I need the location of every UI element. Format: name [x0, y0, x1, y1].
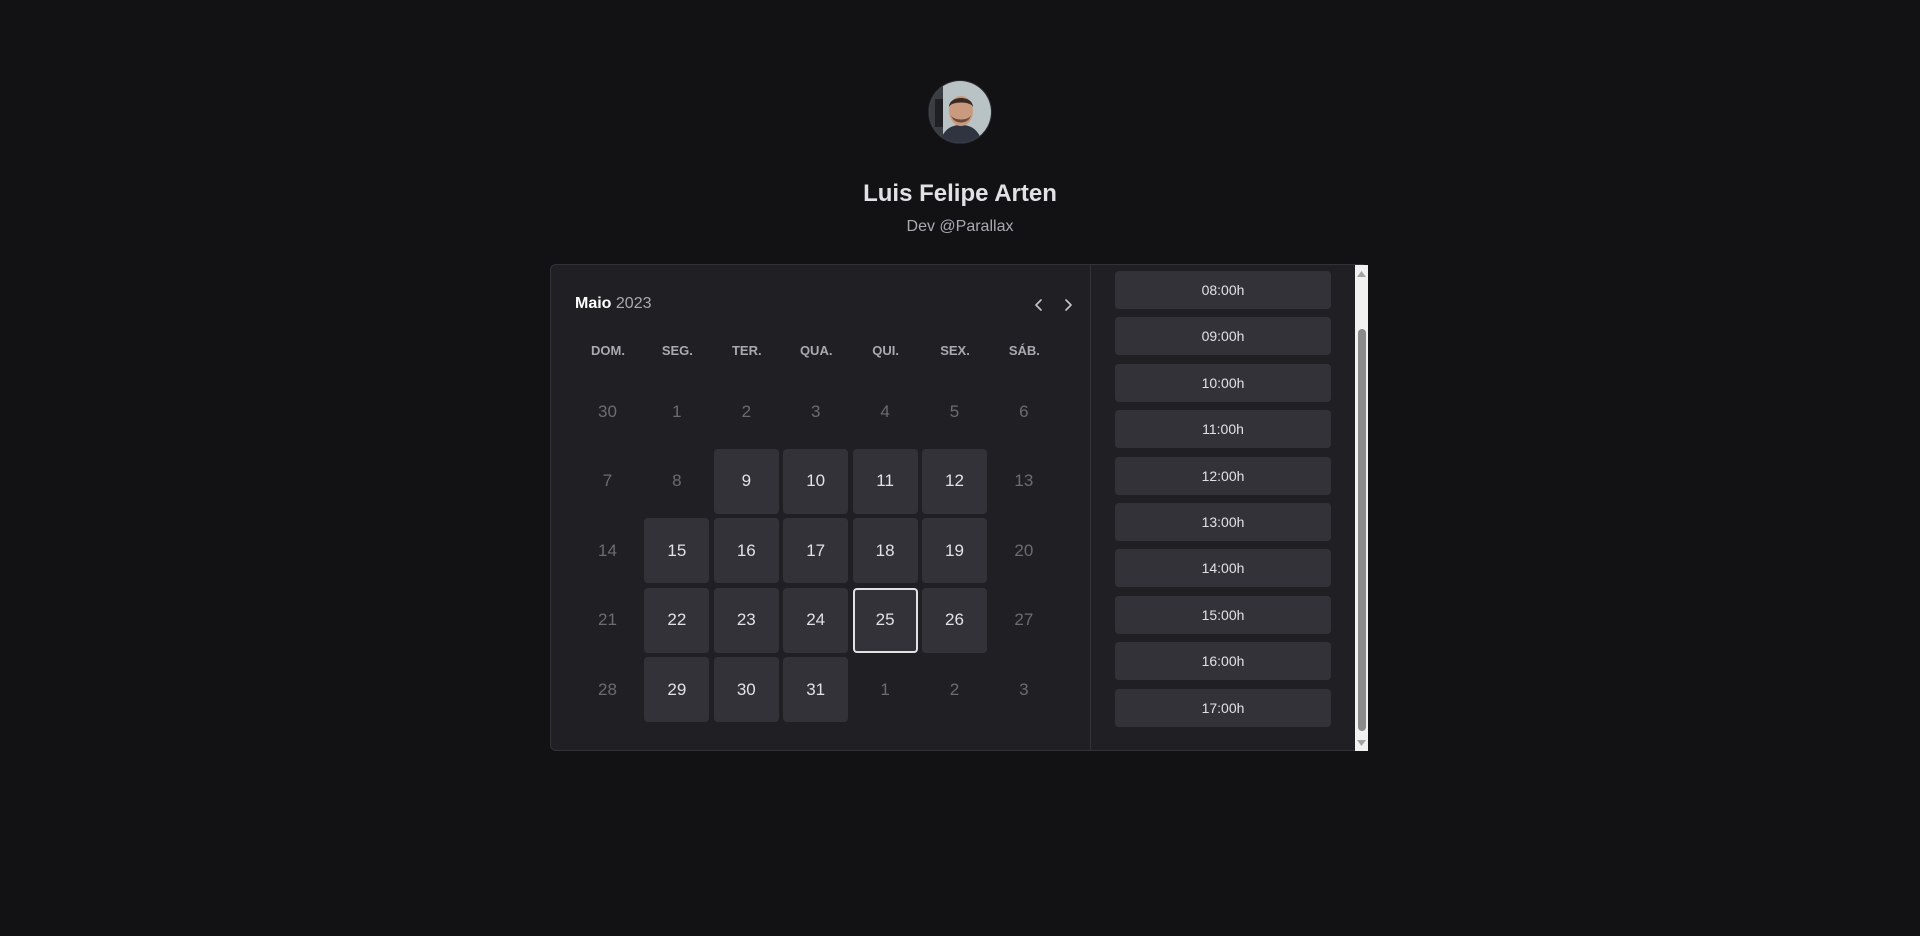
- time-slot-button[interactable]: 08:00h: [1115, 271, 1331, 309]
- weekday-label: QUA.: [799, 343, 833, 358]
- calendar-day: 14: [598, 540, 617, 560]
- calendar-day[interactable]: 29: [644, 657, 710, 722]
- calendar-day: 3: [810, 401, 821, 421]
- time-slot-button[interactable]: 11:00h: [1115, 410, 1331, 449]
- time-picker: 08:00h 09:00h 10:00h 11:00h 12:00h 13:00h 14:0…: [1091, 265, 1355, 750]
- weekday-label: SEG.: [661, 343, 693, 358]
- calendar-day[interactable]: 18: [852, 518, 918, 583]
- calendar-day[interactable]: 16: [713, 518, 779, 583]
- calendar: Maio 2023 DOM. SEG. TER. QUA. QUI. SEX. SÁB. 3…: [551, 265, 1091, 750]
- time-slot-button[interactable]: 14:00h: [1115, 549, 1331, 588]
- previous-month-button[interactable]: [1027, 293, 1051, 317]
- calendar-day: 2: [741, 401, 752, 421]
- chevron-right-icon: [1065, 299, 1072, 311]
- scheduler-panel: Maio 2023 DOM. SEG. TER. QUA. QUI. SEX. SÁB. 3…: [550, 264, 1368, 751]
- weekday-label: DOM.: [591, 343, 625, 358]
- calendar-day: 8: [672, 471, 682, 490]
- calendar-day-selected[interactable]: 25: [852, 587, 918, 653]
- calendar-day[interactable]: 17: [783, 518, 849, 583]
- time-slot-button[interactable]: 12:00h: [1115, 456, 1331, 495]
- weekday-label: QUI.: [872, 343, 899, 358]
- calendar-day[interactable]: 24: [783, 587, 849, 653]
- calendar-day: 2: [949, 679, 960, 699]
- time-picker-scrollbar[interactable]: [1355, 265, 1368, 751]
- calendar-day[interactable]: 26: [922, 587, 987, 653]
- calendar-day[interactable]: 23: [713, 587, 779, 653]
- calendar-day: 30: [598, 401, 617, 421]
- calendar-day[interactable]: 9: [713, 448, 779, 514]
- calendar-day: 5: [949, 401, 960, 421]
- calendar-month: Maio: [575, 295, 612, 312]
- calendar-day: 1: [672, 401, 682, 421]
- time-slot-button[interactable]: 15:00h: [1115, 595, 1331, 634]
- calendar-day: 3: [1019, 679, 1029, 699]
- calendar-day[interactable]: 22: [644, 587, 710, 653]
- weekday-label: TER.: [731, 343, 762, 358]
- calendar-day: 27: [1014, 610, 1034, 629]
- calendar-day: 21: [598, 610, 617, 629]
- next-month-button[interactable]: [1056, 293, 1080, 317]
- calendar-title: Maio 2023: [575, 295, 652, 313]
- calendar-year: 2023: [615, 295, 652, 312]
- time-slot-button[interactable]: 09:00h: [1115, 317, 1331, 356]
- avatar: [928, 80, 992, 144]
- calendar-day[interactable]: 10: [783, 448, 849, 514]
- time-slot-button[interactable]: 16:00h: [1115, 642, 1331, 681]
- scroll-up-arrow-icon[interactable]: [1355, 267, 1368, 280]
- chevron-left-icon: [1035, 299, 1042, 311]
- scroll-down-arrow-icon[interactable]: [1355, 736, 1368, 749]
- calendar-day: 1: [880, 679, 890, 699]
- weekday-label: SÁB.: [1008, 343, 1040, 358]
- time-slot-button[interactable]: 17:00h: [1115, 688, 1331, 727]
- calendar-day: 20: [1014, 540, 1034, 560]
- calendar-header: Maio 2023: [575, 293, 1072, 317]
- calendar-day[interactable]: 19: [922, 518, 987, 583]
- calendar-day[interactable]: 11: [852, 448, 918, 514]
- calendar-day[interactable]: 31: [783, 657, 849, 722]
- calendar-day[interactable]: 15: [644, 518, 710, 583]
- weekday-label: SEX.: [940, 343, 970, 358]
- calendar-day: 4: [880, 401, 890, 421]
- calendar-day[interactable]: 12: [922, 448, 987, 514]
- scrollbar-thumb[interactable]: [1358, 329, 1366, 731]
- calendar-day: 7: [602, 471, 613, 490]
- profile-bio: Dev @Parallax: [906, 218, 1014, 235]
- time-slot-button[interactable]: 10:00h: [1115, 363, 1331, 402]
- calendar-day: 6: [1019, 401, 1029, 421]
- calendar-day: 13: [1014, 471, 1034, 490]
- avatar-photo-icon: [929, 81, 991, 143]
- time-slot-button[interactable]: 13:00h: [1115, 503, 1331, 541]
- profile-name: Luis Felipe Arten: [863, 180, 1057, 207]
- calendar-day: 28: [598, 679, 617, 699]
- calendar-day[interactable]: 30: [713, 657, 779, 722]
